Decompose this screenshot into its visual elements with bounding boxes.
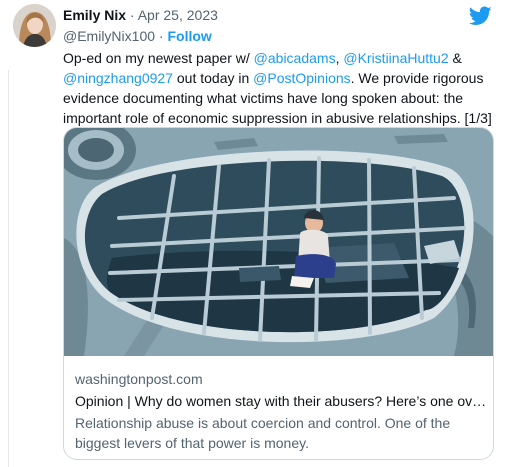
twitter-bird-icon[interactable]: [469, 6, 492, 26]
avatar[interactable]: [13, 4, 56, 47]
card-title[interactable]: Opinion | Why do women stay with their a…: [75, 391, 485, 411]
link-preview-card[interactable]: washingtonpost.com Opinion | Why do wome…: [63, 127, 494, 460]
header-separator: ·: [129, 7, 135, 23]
tweet-text-segment: out today in: [172, 70, 254, 86]
card-domain: washingtonpost.com: [75, 371, 203, 387]
mention-link[interactable]: @KristiinaHuttu2: [343, 50, 448, 66]
handle-row: @EmilyNix100 · Follow: [63, 27, 212, 45]
avatar-image: [13, 4, 56, 47]
tweet-text-segment: Op-ed on my newest paper w/: [63, 50, 254, 66]
mention-link[interactable]: @PostOpinions: [253, 70, 350, 86]
card-meta: washingtonpost.com Opinion | Why do wome…: [75, 370, 485, 453]
follow-button[interactable]: Follow: [167, 28, 211, 44]
wallet-cage-illustration: [64, 128, 493, 356]
author-name[interactable]: Emily Nix: [63, 7, 126, 23]
author-handle[interactable]: @EmilyNix100: [63, 28, 155, 44]
tweet-header: Emily Nix · Apr 25, 2023: [63, 6, 218, 24]
mention-link[interactable]: @ningzhang0927: [63, 70, 173, 86]
card-description: Relationship abuse is about coercion and…: [75, 415, 451, 451]
tweet-date[interactable]: Apr 25, 2023: [138, 7, 218, 23]
mention-link[interactable]: @abicadams: [254, 50, 336, 66]
tweet-text-segment: &: [448, 50, 462, 66]
thread-divider: [8, 70, 9, 467]
card-image[interactable]: [64, 128, 493, 356]
tweet-text: Op-ed on my newest paper w/ @abicadams, …: [63, 48, 503, 128]
handle-separator: ·: [158, 28, 164, 44]
